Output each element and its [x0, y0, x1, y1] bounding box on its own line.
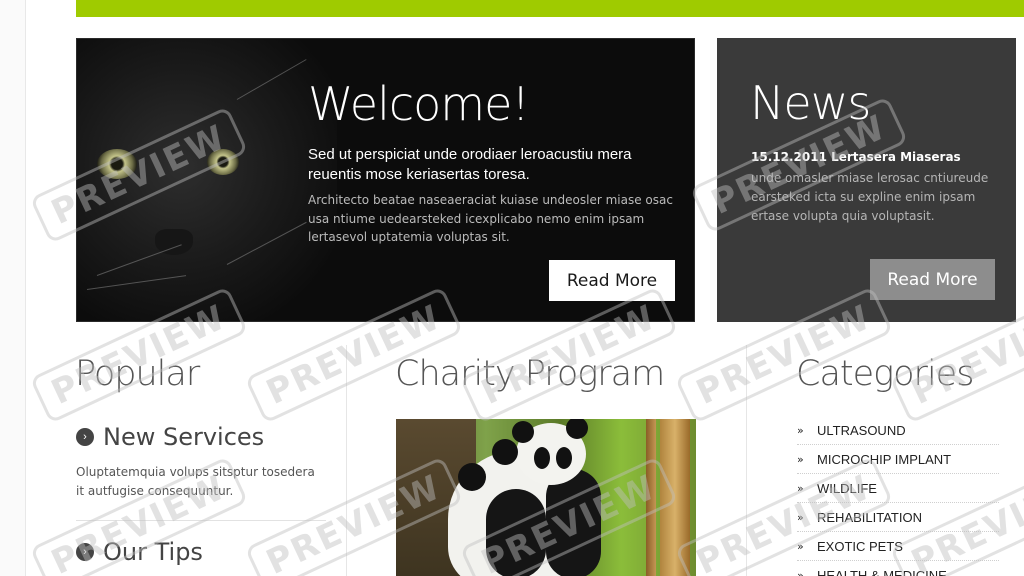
category-item[interactable]: » MICROCHIP IMPLANT — [797, 445, 999, 474]
welcome-banner: Welcome! Sed ut perspiciat unde orodiaer… — [76, 38, 695, 322]
category-label[interactable]: EXOTIC PETS — [817, 539, 903, 554]
cat-whisker — [236, 59, 307, 100]
panda-arm — [546, 469, 601, 576]
bamboo-stalk — [646, 419, 656, 576]
panda-eye-patch — [534, 447, 550, 469]
category-item[interactable]: » REHABILITATION — [797, 503, 999, 532]
panda-ear — [458, 463, 486, 491]
category-item[interactable]: » WILDLIFE — [797, 474, 999, 503]
bamboo-stalk — [660, 419, 690, 576]
double-chevron-icon: » — [797, 568, 804, 576]
panda-image[interactable] — [396, 419, 696, 576]
panda-ear — [492, 439, 518, 465]
category-label[interactable]: REHABILITATION — [817, 510, 922, 525]
panda-ear — [512, 421, 534, 443]
welcome-body-text: Architecto beatae naseaeraciat kuiase un… — [308, 193, 673, 244]
black-cat-image — [77, 39, 337, 321]
popular-title: Popular — [75, 354, 200, 394]
category-item[interactable]: » EXOTIC PETS — [797, 532, 999, 561]
cat-whisker — [96, 244, 182, 276]
news-item-title[interactable]: 15.12.2011 Lertasera Miaseras — [751, 150, 961, 164]
news-title: News — [750, 76, 871, 130]
news-panel: News 15.12.2011 Lertasera Miaseras unde … — [717, 38, 1016, 322]
double-chevron-icon: » — [797, 452, 804, 466]
circle-arrow-icon: › — [76, 428, 94, 446]
column-divider — [346, 345, 347, 576]
left-gutter — [0, 0, 26, 576]
news-item-text: unde omasler miase lerosac cntiureude ea… — [751, 171, 989, 223]
popular-item-our-tips[interactable]: Our Tips — [103, 538, 203, 566]
category-label[interactable]: WILDLIFE — [817, 481, 877, 496]
panda-eye-patch — [556, 447, 572, 469]
category-label[interactable]: HEALTH & MEDICINE — [817, 568, 947, 576]
welcome-title: Welcome! — [308, 77, 530, 131]
panda-arm — [486, 489, 546, 576]
category-item[interactable]: » HEALTH & MEDICINE — [797, 561, 999, 576]
charity-title: Charity Program — [395, 354, 665, 394]
welcome-lead-text: Sed ut perspiciat unde orodiaer leroacus… — [308, 146, 632, 183]
column-divider — [746, 345, 747, 576]
category-label[interactable]: MICROCHIP IMPLANT — [817, 452, 951, 467]
divider — [76, 520, 326, 521]
circle-arrow-icon: › — [76, 543, 94, 561]
cat-whisker — [86, 275, 187, 290]
top-accent-bar — [76, 0, 1024, 17]
double-chevron-icon: » — [797, 481, 804, 495]
welcome-read-more-button[interactable]: Read More — [549, 260, 675, 301]
double-chevron-icon: » — [797, 539, 804, 553]
double-chevron-icon: » — [797, 510, 804, 524]
news-read-more-button[interactable]: Read More — [870, 259, 995, 300]
category-label[interactable]: ULTRASOUND — [817, 423, 906, 438]
popular-item-new-services[interactable]: New Services — [103, 423, 264, 451]
category-item[interactable]: » ULTRASOUND — [797, 416, 999, 445]
double-chevron-icon: » — [797, 423, 804, 437]
panda-cub-head — [512, 419, 588, 485]
popular-item-text: Oluptatemquia volups sitsptur tosedera i… — [76, 465, 315, 498]
categories-title: Categories — [796, 354, 974, 394]
cat-whisker — [226, 221, 307, 265]
panda-ear — [566, 419, 588, 439]
cat-eye-left — [97, 149, 137, 179]
cat-eye-right — [207, 149, 239, 175]
